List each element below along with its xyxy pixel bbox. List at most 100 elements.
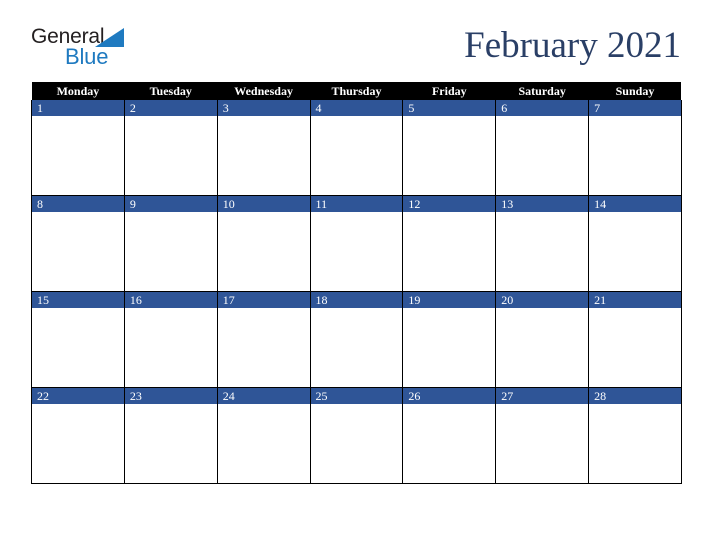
day-number: 13 [496, 196, 589, 212]
day-number: 17 [217, 292, 310, 308]
day-events[interactable] [310, 308, 403, 387]
calendar-day-cell[interactable]: 26 [402, 387, 497, 484]
day-number: 18 [310, 292, 403, 308]
calendar-day-cell[interactable]: 23 [123, 387, 218, 484]
page-header: General Blue February 2021 [0, 0, 712, 80]
day-number: 8 [32, 196, 124, 212]
day-number: 20 [496, 292, 589, 308]
weekday-header-sunday: Sunday [588, 82, 682, 100]
calendar-day-cell[interactable]: 13 [495, 195, 590, 292]
day-number: 4 [310, 100, 403, 116]
calendar-day-cell[interactable]: 25 [309, 387, 404, 484]
day-number: 10 [217, 196, 310, 212]
day-events[interactable] [496, 308, 589, 387]
day-events[interactable] [589, 116, 681, 195]
day-number: 27 [496, 388, 589, 404]
calendar-day-cell[interactable]: 21 [588, 291, 682, 388]
page-title: February 2021 [464, 25, 681, 66]
calendar-day-cell[interactable]: 14 [588, 195, 682, 292]
day-number: 15 [32, 292, 124, 308]
day-number: 28 [589, 388, 681, 404]
day-number: 9 [124, 196, 217, 212]
day-number: 5 [403, 100, 496, 116]
calendar-grid: Monday Tuesday Wednesday Thursday Friday… [31, 82, 682, 484]
day-events[interactable] [217, 404, 310, 483]
calendar-day-cell[interactable]: 12 [402, 195, 497, 292]
day-events[interactable] [403, 308, 496, 387]
weekday-header-friday: Friday [402, 82, 496, 100]
calendar-day-cell[interactable]: 6 [495, 100, 590, 196]
calendar-week-row: 8 9 10 11 12 13 14 [31, 195, 682, 292]
brand-logo[interactable]: General Blue [31, 26, 231, 74]
day-events[interactable] [124, 212, 217, 291]
day-events[interactable] [310, 404, 403, 483]
day-number: 2 [124, 100, 217, 116]
calendar-week-row: 1 2 3 4 5 6 7 [31, 100, 682, 196]
calendar-day-cell[interactable]: 4 [309, 100, 404, 196]
calendar-day-cell[interactable]: 10 [216, 195, 311, 292]
weekday-header-monday: Monday [31, 82, 125, 100]
calendar-day-cell[interactable]: 19 [402, 291, 497, 388]
calendar-day-cell[interactable]: 15 [31, 291, 125, 388]
day-number: 16 [124, 292, 217, 308]
day-number: 12 [403, 196, 496, 212]
calendar-day-cell[interactable]: 3 [216, 100, 311, 196]
calendar-day-cell[interactable]: 20 [495, 291, 590, 388]
day-events[interactable] [310, 212, 403, 291]
day-number: 7 [589, 100, 681, 116]
day-events[interactable] [403, 404, 496, 483]
day-number: 23 [124, 388, 217, 404]
calendar-day-cell[interactable]: 17 [216, 291, 311, 388]
day-number: 21 [589, 292, 681, 308]
day-events[interactable] [124, 308, 217, 387]
day-events[interactable] [217, 212, 310, 291]
day-events[interactable] [32, 308, 124, 387]
weekday-header-saturday: Saturday [495, 82, 589, 100]
day-events[interactable] [403, 116, 496, 195]
calendar-week-row: 22 23 24 25 26 27 28 [31, 387, 682, 484]
calendar-day-cell[interactable]: 7 [588, 100, 682, 196]
day-events[interactable] [32, 116, 124, 195]
calendar-day-cell[interactable]: 11 [309, 195, 404, 292]
day-events[interactable] [32, 212, 124, 291]
weekday-header-row: Monday Tuesday Wednesday Thursday Friday… [31, 82, 682, 100]
day-events[interactable] [589, 404, 681, 483]
day-number: 3 [217, 100, 310, 116]
day-number: 24 [217, 388, 310, 404]
calendar-day-cell[interactable]: 2 [123, 100, 218, 196]
day-events[interactable] [32, 404, 124, 483]
calendar-day-cell[interactable]: 28 [588, 387, 682, 484]
day-events[interactable] [217, 116, 310, 195]
calendar-day-cell[interactable]: 9 [123, 195, 218, 292]
calendar-day-cell[interactable]: 1 [31, 100, 125, 196]
calendar-day-cell[interactable]: 27 [495, 387, 590, 484]
calendar-weekday-header: Monday Tuesday Wednesday Thursday Friday… [31, 82, 682, 100]
day-events[interactable] [403, 212, 496, 291]
calendar-day-cell[interactable]: 16 [123, 291, 218, 388]
brand-name-blue: Blue [65, 44, 109, 69]
day-number: 25 [310, 388, 403, 404]
day-events[interactable] [310, 116, 403, 195]
calendar-day-cell[interactable]: 22 [31, 387, 125, 484]
day-number: 22 [32, 388, 124, 404]
weekday-header-tuesday: Tuesday [124, 82, 218, 100]
day-number: 14 [589, 196, 681, 212]
day-number: 1 [32, 100, 124, 116]
calendar-day-cell[interactable]: 5 [402, 100, 497, 196]
calendar-day-cell[interactable]: 24 [216, 387, 311, 484]
calendar-day-cell[interactable]: 18 [309, 291, 404, 388]
calendar-week-row: 15 16 17 18 19 20 21 [31, 291, 682, 388]
calendar-body: 1 2 3 4 5 6 7 8 9 10 11 12 13 14 15 16 1… [31, 100, 682, 484]
day-events[interactable] [496, 116, 589, 195]
day-events[interactable] [589, 308, 681, 387]
calendar-day-cell[interactable]: 8 [31, 195, 125, 292]
day-number: 26 [403, 388, 496, 404]
weekday-header-wednesday: Wednesday [217, 82, 311, 100]
day-events[interactable] [496, 404, 589, 483]
day-events[interactable] [589, 212, 681, 291]
day-events[interactable] [124, 116, 217, 195]
weekday-header-thursday: Thursday [310, 82, 403, 100]
day-events[interactable] [124, 404, 217, 483]
day-events[interactable] [217, 308, 310, 387]
day-events[interactable] [496, 212, 589, 291]
